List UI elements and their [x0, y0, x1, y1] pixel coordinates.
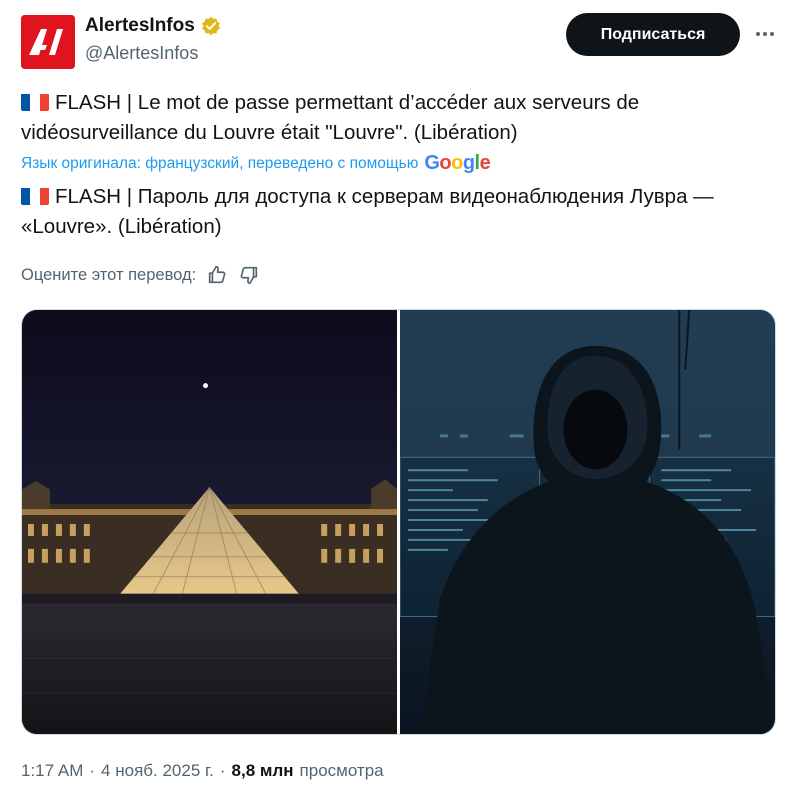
thumbs-up-icon[interactable] — [206, 264, 228, 286]
translation-note: Язык оригинала: французский, переведено … — [21, 154, 419, 172]
verified-badge-icon — [201, 16, 221, 36]
france-flag-icon — [21, 186, 49, 205]
thumbs-down-icon[interactable] — [238, 264, 260, 286]
louvre-pyramid-photo[interactable] — [22, 310, 397, 734]
tweet-meta-row: 1:17 AM · 4 нояб. 2025 г. · 8,8 млн прос… — [21, 761, 384, 781]
author-display-name[interactable]: AlertesInfos — [85, 15, 195, 37]
translation-info-link[interactable]: Язык оригинала: французский, переведено … — [21, 152, 491, 175]
tweet-translated-text: FLASH | Пароль для доступа к серверам ви… — [21, 182, 781, 242]
tweet-time[interactable]: 1:17 AM — [21, 761, 83, 781]
views-label: просмотра — [299, 761, 384, 780]
tweet-original-text: FLASH | Le mot de passe permettant d’acc… — [21, 88, 781, 148]
translated-text-content: FLASH | Пароль для доступа к серверам ви… — [21, 185, 714, 238]
france-flag-icon — [21, 92, 49, 111]
author-handle[interactable]: @AlertesInfos — [85, 43, 198, 64]
alertesinfos-logo — [21, 15, 75, 69]
tweet-media-grid — [21, 309, 776, 735]
hacker-photo[interactable] — [400, 310, 775, 734]
original-text-content: FLASH | Le mot de passe permettant d’acc… — [21, 91, 640, 144]
author-name-row[interactable]: AlertesInfos — [85, 15, 221, 37]
tweet-date[interactable]: 4 нояб. 2025 г. — [101, 761, 214, 781]
meta-separator: · — [89, 761, 96, 780]
google-logo: Google — [424, 152, 491, 174]
meta-separator: · — [219, 761, 226, 780]
views-count: 8,8 млн — [231, 761, 294, 780]
subscribe-button[interactable]: Подписаться — [566, 13, 740, 56]
more-options-icon[interactable] — [752, 24, 778, 44]
avatar[interactable] — [21, 15, 75, 69]
rate-prompt: Оцените этот перевод: — [21, 265, 197, 284]
rate-translation-row: Оцените этот перевод: — [21, 264, 260, 286]
